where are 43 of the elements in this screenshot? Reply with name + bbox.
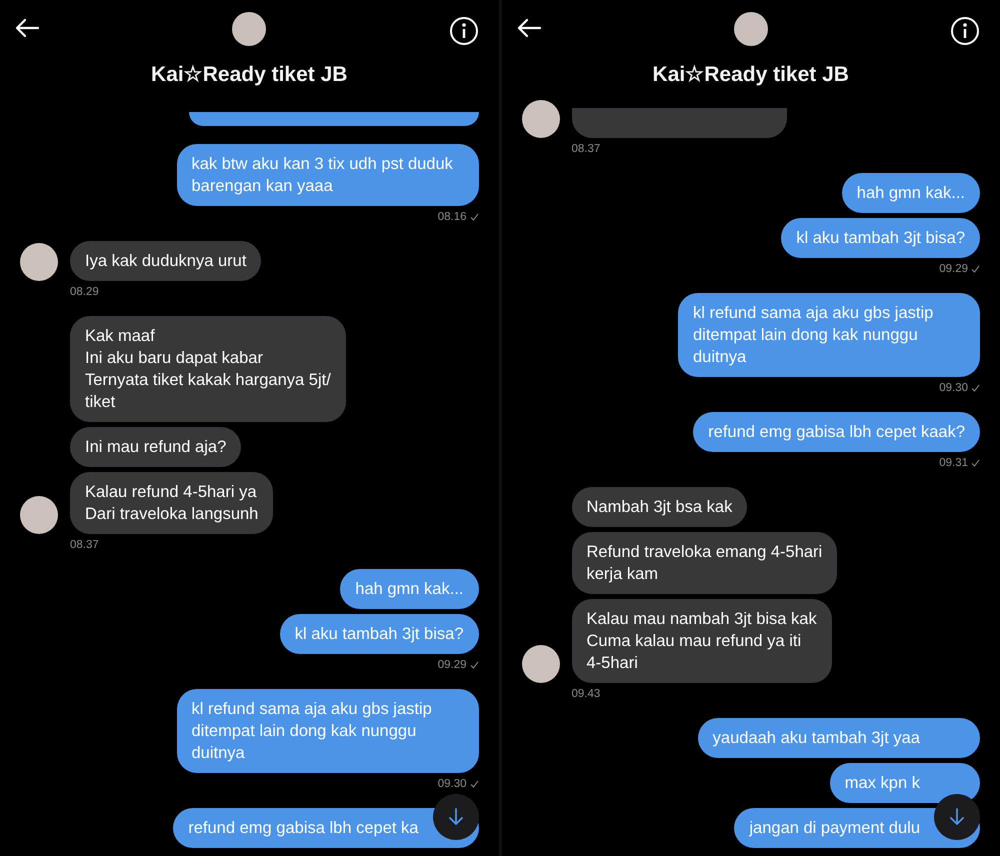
info-icon[interactable] bbox=[448, 16, 478, 46]
timestamp: 09.29 bbox=[438, 659, 466, 671]
message-bubble: kl refund sama aja aku gbs jastip ditempat lain dong kak nunggu duitnya bbox=[176, 689, 478, 773]
avatar bbox=[522, 100, 560, 138]
avatar bbox=[522, 645, 560, 683]
timestamp: 09.29 bbox=[939, 263, 968, 275]
message-bubble: Nambah 3jt bsa kak bbox=[572, 487, 748, 527]
message-bubble: Iya kak duduknya urut bbox=[70, 241, 262, 281]
message-bubble: kak btw aku kan 3 tix udh pst duduk barengan kan yaaa bbox=[176, 144, 478, 206]
chat-title: Kai☆Ready tiket JB bbox=[652, 62, 849, 87]
message-bubble: kl refund sama aja aku gbs jastip ditempat lain dong kak nunggu duitnya bbox=[678, 293, 980, 377]
timestamp: 09.30 bbox=[438, 778, 466, 790]
message-bubble: yaudaah aku tambah 3jt yaa bbox=[698, 718, 980, 758]
avatar bbox=[20, 496, 58, 534]
avatar[interactable] bbox=[232, 12, 266, 46]
timestamp: 09.43 bbox=[572, 688, 600, 700]
message-bubble: hah gmn kak... bbox=[340, 569, 478, 609]
down-arrow-icon bbox=[448, 808, 462, 826]
scroll-down-button[interactable] bbox=[432, 794, 478, 840]
message-bubble: refund emg gabisa lbh cepet ka bbox=[173, 808, 478, 848]
chat-title: Kai☆Ready tiket JB bbox=[151, 62, 348, 87]
avatar[interactable] bbox=[734, 12, 768, 46]
message-bubble: max kpn k bbox=[830, 763, 980, 803]
message-bubble: Refund traveloka emang 4-5hari kerja kam bbox=[572, 532, 838, 594]
message-bubble: Kalau mau nambah 3jt bisa kak Cuma kalau mau refund ya iti 4-5hari bbox=[572, 599, 832, 683]
timestamp: 09.31 bbox=[939, 457, 968, 469]
message-bubble: kl aku tambah 3jt bisa? bbox=[781, 218, 980, 258]
message-bubble: kl aku tambah 3jt bisa? bbox=[280, 614, 478, 654]
back-arrow-icon[interactable] bbox=[516, 18, 542, 38]
message-bubble: hah gmn kak... bbox=[842, 173, 980, 213]
timestamp: 08.29 bbox=[70, 286, 99, 298]
timestamp: 08.16 bbox=[438, 211, 466, 223]
message-bubble: Kak maaf Ini aku baru dapat kabar Ternyata tiket kakak harganya 5jt/ tiket bbox=[70, 316, 346, 422]
timestamp: 08.37 bbox=[70, 539, 99, 551]
timestamp: 09.30 bbox=[939, 382, 968, 394]
message-bubble: Kalau refund 4-5hari ya Dari traveloka langsunh bbox=[70, 472, 274, 534]
down-arrow-icon bbox=[950, 808, 964, 826]
back-arrow-icon[interactable] bbox=[14, 18, 40, 38]
info-icon[interactable] bbox=[950, 16, 980, 46]
avatar bbox=[20, 243, 58, 281]
message-bubble: Ini mau refund aja? bbox=[70, 427, 242, 467]
timestamp: 08.37 bbox=[572, 143, 600, 155]
message-bubble: refund emg gabisa lbh cepet kaak? bbox=[693, 412, 980, 452]
